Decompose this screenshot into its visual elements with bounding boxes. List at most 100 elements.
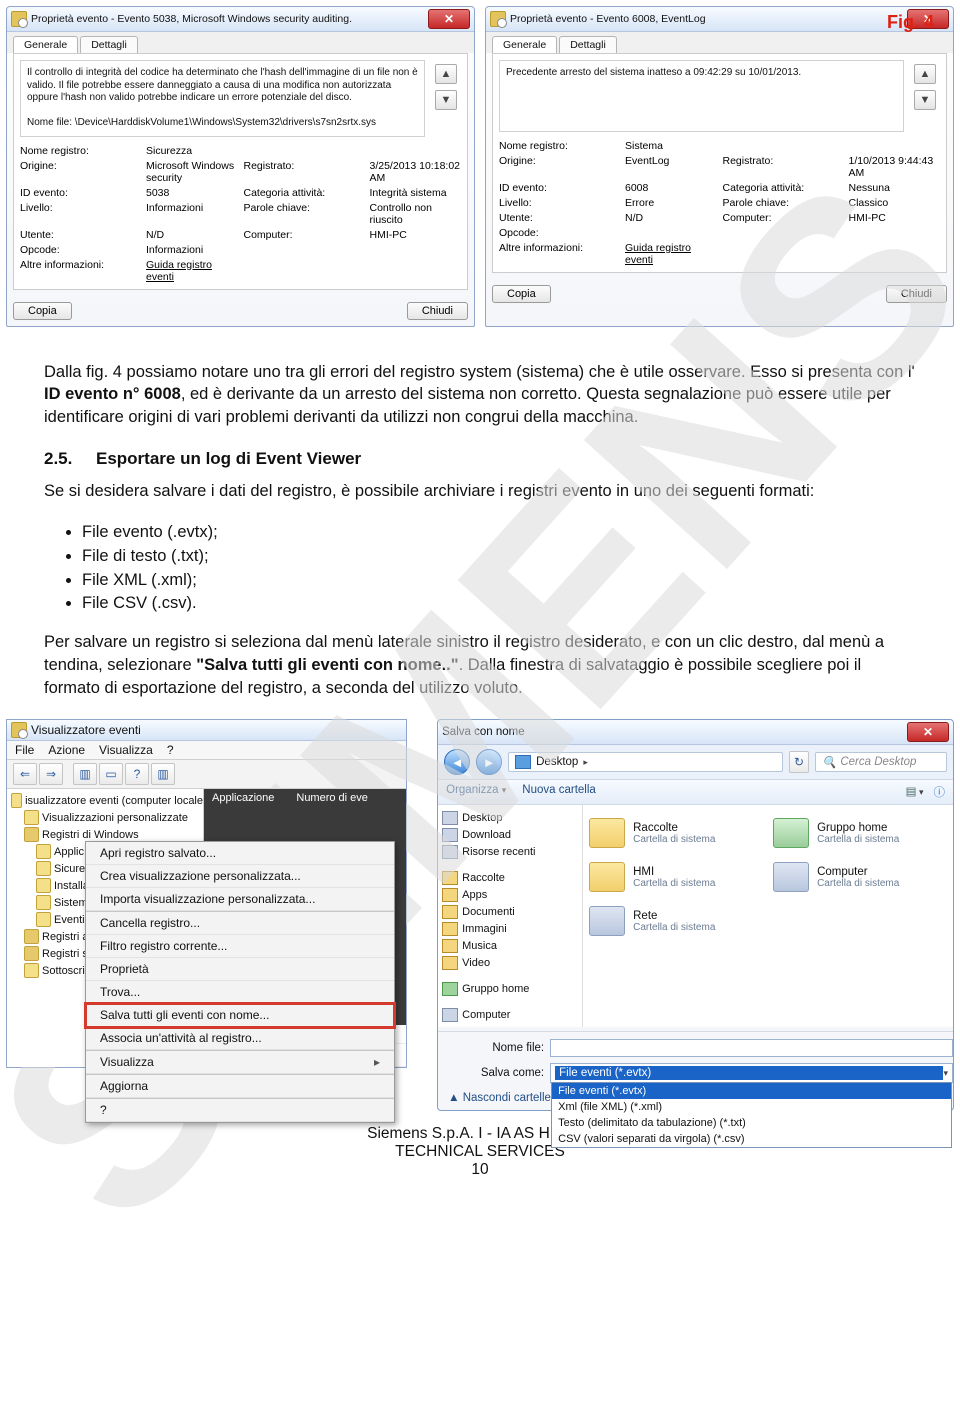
folder-icon [442,922,458,936]
network-icon [589,906,625,936]
organize-button[interactable]: Organizza ▾ [446,784,506,800]
refresh-icon[interactable]: ↻ [789,751,809,773]
log-icon [36,844,51,859]
copy-button[interactable]: Copia [13,302,72,320]
filetype-option[interactable]: CSV (valori separati da virgola) (*.csv) [552,1131,951,1147]
back-icon[interactable]: ◄ [444,749,470,775]
homegroup-icon [773,818,809,848]
libraries-icon [442,871,458,885]
search-input[interactable]: 🔍 Cerca Desktop [815,752,947,772]
filetype-combo[interactable]: File eventi (*.evtx)▾ File eventi (*.evt… [550,1063,953,1083]
menu-item[interactable]: Importa visualizzazione personalizzata..… [86,888,394,911]
menu-item-save-all-events[interactable]: Salva tutti gli eventi con nome... [86,1004,394,1027]
event-description: Precedente arresto del sistema inatteso … [499,60,904,132]
next-event-button[interactable]: ▼ [435,90,457,110]
figure-label: Fig. 4 [887,12,934,33]
menu-item[interactable]: Proprietà [86,958,394,981]
menu-item[interactable]: ? [86,1099,394,1122]
folder-icon [442,956,458,970]
tree-icon [11,793,22,808]
toolbar-icon[interactable]: ▥ [151,763,175,785]
list-item: File evento (.evtx); [82,521,916,544]
folder-item[interactable]: Gruppo homeCartella di sistema [773,811,947,855]
forward-icon[interactable]: ⇒ [39,763,63,785]
tab-generale[interactable]: Generale [492,36,557,53]
close-button[interactable]: ✕ [907,722,949,742]
save-as-dialog: Salva con nome ✕ ◄ ► Desktop▸ ↻ 🔍 Cerca … [437,719,954,1111]
filetype-option[interactable]: Xml (file XML) (*.xml) [552,1099,951,1115]
list-item: File di testo (.txt); [82,545,916,568]
hide-folders-button[interactable]: ▲ Nascondi cartelle [448,1092,551,1104]
menu-item[interactable]: Apri registro salvato... [86,842,394,865]
menu-item[interactable]: Trova... [86,981,394,1004]
window-icon [11,11,27,27]
prev-event-button[interactable]: ▲ [435,64,457,84]
tab-dettagli[interactable]: Dettagli [559,36,617,53]
filetype-option[interactable]: File eventi (*.evtx) [552,1083,951,1099]
log-icon [36,912,51,927]
breadcrumb[interactable]: Desktop▸ [508,752,783,772]
section-heading: 2.5.Esportare un log di Event Viewer [44,447,916,470]
new-folder-button[interactable]: Nuova cartella [522,784,596,800]
window-title: Proprietà evento - Evento 6008, EventLog [510,13,706,25]
homegroup-icon [442,982,458,996]
back-icon[interactable]: ⇐ [13,763,37,785]
folder-icon [442,905,458,919]
folder-icon [442,888,458,902]
guida-link[interactable]: Guida registro eventi [146,259,238,283]
menu-item[interactable]: Aggiorna [86,1075,394,1098]
window-icon [490,11,506,27]
copy-button[interactable]: Copia [492,285,551,303]
event-properties-dialog-5038: Proprietà evento - Evento 5038, Microsof… [6,6,475,327]
download-icon [442,828,458,842]
event-properties-grid: Nome registro:Sicurezza Origine:Microsof… [20,145,461,283]
places-pane[interactable]: Desktop Download Risorse recenti Raccolt… [438,805,583,1027]
list-item: File CSV (.csv). [82,592,916,615]
menu-item[interactable]: Visualizza▸ [86,1051,394,1074]
menu-item[interactable]: Filtro registro corrente... [86,935,394,958]
toolbar-icon[interactable]: ▥ [73,763,97,785]
close-button-bottom[interactable]: Chiudi [407,302,468,320]
folder-item[interactable]: ReteCartella di sistema [589,899,763,943]
folder-item[interactable]: RaccolteCartella di sistema [589,811,763,855]
context-menu[interactable]: Apri registro salvato... Crea visualizza… [85,841,395,1123]
filename-input[interactable] [550,1039,953,1057]
tab-dettagli[interactable]: Dettagli [80,36,138,53]
view-icon[interactable]: ▤ ▾ [906,784,924,800]
tab-generale[interactable]: Generale [13,36,78,53]
folder-item[interactable]: ComputerCartella di sistema [773,855,947,899]
menu-item[interactable]: Crea visualizzazione personalizzata... [86,865,394,888]
document-body: Dalla fig. 4 possiamo notare uno tra gli… [0,333,960,700]
menu-file[interactable]: File [15,743,34,757]
filetype-option[interactable]: Testo (delimitato da tabulazione) (*.txt… [552,1115,951,1131]
folder-icon [442,939,458,953]
prev-event-button[interactable]: ▲ [914,64,936,84]
filetype-dropdown[interactable]: File eventi (*.evtx) Xml (file XML) (*.x… [551,1082,952,1148]
menu-help[interactable]: ? [167,743,174,757]
computer-icon [442,1008,458,1022]
close-button[interactable]: ✕ [428,9,470,29]
filename-label: Nome file: [448,1042,544,1054]
user-folder-icon [589,862,625,892]
menu-azione[interactable]: Azione [48,743,85,757]
folder-item[interactable]: HMICartella di sistema [589,855,763,899]
window-title: Proprietà evento - Evento 5038, Microsof… [31,13,352,25]
forward-icon[interactable]: ► [476,749,502,775]
computer-icon [773,862,809,892]
menu-item[interactable]: Cancella registro... [86,912,394,935]
folder-icon [24,827,39,842]
guida-link[interactable]: Guida registro eventi [625,242,717,266]
help-icon[interactable]: ⓘ [934,784,946,800]
event-viewer-icon [11,722,27,738]
help-icon[interactable]: ? [125,763,149,785]
toolbar-icon[interactable]: ▭ [99,763,123,785]
menu-item[interactable]: Associa un'attività al registro... [86,1027,394,1050]
folder-view[interactable]: RaccolteCartella di sistema Gruppo homeC… [583,805,953,1027]
menu-bar[interactable]: File Azione Visualizza ? [7,741,406,760]
window-title: Visualizzatore eventi [31,723,141,737]
folder-icon [24,929,39,944]
next-event-button[interactable]: ▼ [914,90,936,110]
event-properties-grid: Nome registro:Sistema Origine:EventLog R… [499,140,940,266]
menu-visualizza[interactable]: Visualizza [99,743,153,757]
close-button-bottom[interactable]: Chiudi [886,285,947,303]
